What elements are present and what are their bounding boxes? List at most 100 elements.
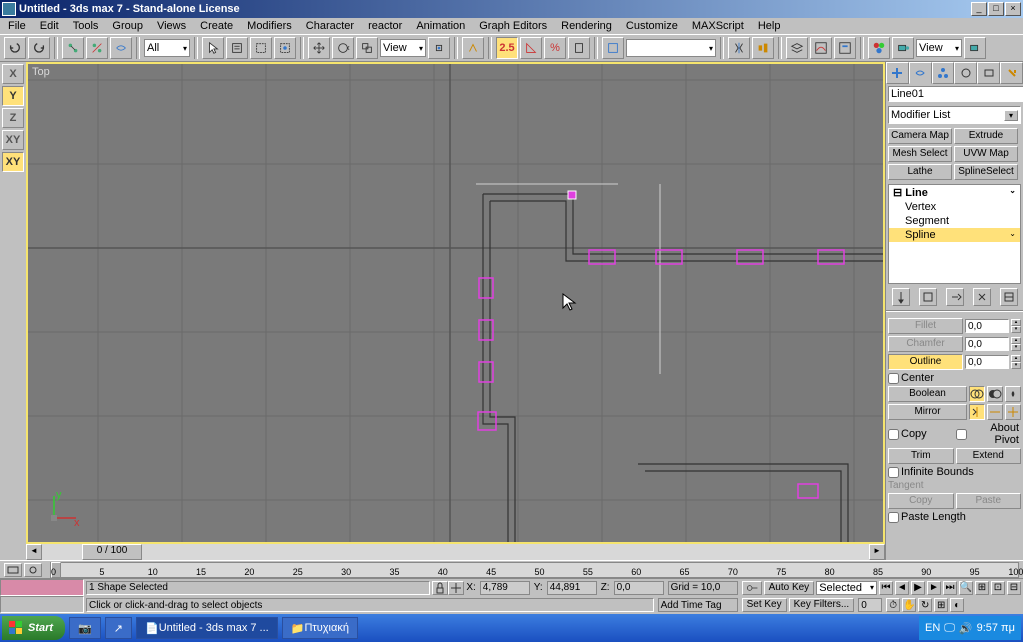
arc-rotate-button[interactable]: ↻ — [918, 598, 932, 612]
qb-uvw-map[interactable]: UVW Map — [954, 146, 1018, 162]
qb-spline-select[interactable]: SplineSelect — [954, 164, 1018, 180]
menu-modifiers[interactable]: Modifiers — [241, 20, 298, 32]
trim-button[interactable]: Trim — [888, 448, 954, 464]
coord-display-toggle[interactable] — [448, 581, 464, 595]
fillet-input[interactable] — [965, 319, 1009, 333]
axis-xy2-button[interactable]: XY — [2, 152, 24, 172]
configure-sets-button[interactable] — [1000, 288, 1018, 306]
stack-spline[interactable]: Spline⌄ — [889, 228, 1020, 242]
redo-button[interactable] — [28, 37, 50, 59]
center-checkbox[interactable] — [888, 373, 899, 384]
axis-x-button[interactable]: X — [2, 64, 24, 84]
lang-indicator[interactable]: EN — [925, 622, 940, 634]
goto-start-button[interactable]: ⏮ — [879, 581, 893, 595]
pivot-center-button[interactable] — [428, 37, 450, 59]
angle-snap-button[interactable] — [520, 37, 542, 59]
link-button[interactable] — [62, 37, 84, 59]
percent-snap-button[interactable]: % — [544, 37, 566, 59]
chamfer-button[interactable]: Chamfer — [888, 336, 963, 352]
display-tab[interactable] — [977, 62, 1000, 84]
taskbar-item-3dsmax[interactable]: 📄 Untitled - 3ds max 7 ... — [136, 617, 278, 639]
modifier-list-dropdown[interactable]: Modifier List — [888, 106, 1021, 124]
z-value[interactable]: 0,0 — [614, 581, 664, 595]
render-view-dropdown[interactable]: View — [916, 39, 962, 57]
menu-reactor[interactable]: reactor — [362, 20, 408, 32]
mirror-button[interactable]: Mirror — [888, 404, 967, 420]
quick-launch-2[interactable]: ↗ — [105, 617, 132, 639]
rotate-button[interactable] — [332, 37, 354, 59]
render-scene-button[interactable] — [892, 37, 914, 59]
about-pivot-checkbox-label[interactable]: About Pivot — [956, 422, 1022, 446]
bind-spacewarp-button[interactable] — [110, 37, 132, 59]
move-button[interactable] — [308, 37, 330, 59]
menu-animation[interactable]: Animation — [410, 20, 471, 32]
object-name-input[interactable] — [888, 86, 1023, 102]
play-button[interactable]: ▶ — [911, 581, 925, 595]
menu-customize[interactable]: Customize — [620, 20, 684, 32]
mirror-horiz-icon[interactable] — [969, 404, 985, 420]
auto-key-button[interactable]: Auto Key — [764, 581, 815, 595]
select-by-name-button[interactable] — [226, 37, 248, 59]
y-value[interactable]: 44,891 — [547, 581, 597, 595]
copy-checkbox[interactable] — [888, 429, 899, 440]
minimize-button[interactable]: _ — [971, 2, 987, 16]
key-filters-button[interactable]: Key Filters... — [789, 598, 855, 612]
menu-views[interactable]: Views — [151, 20, 192, 32]
mirror-both-icon[interactable] — [1005, 404, 1021, 420]
menu-file[interactable]: File — [2, 20, 32, 32]
stack-root[interactable]: ⊟ Line⌄ — [889, 185, 1020, 200]
chamfer-spinner[interactable]: ▴▾ — [1011, 337, 1021, 351]
fillet-spinner[interactable]: ▴▾ — [1011, 319, 1021, 333]
stack-vertex[interactable]: Vertex — [889, 200, 1020, 214]
current-frame-field[interactable]: 0 — [858, 598, 882, 612]
quick-launch-1[interactable]: 📷 — [69, 617, 101, 639]
menu-tools[interactable]: Tools — [67, 20, 105, 32]
paste-length-checkbox-label[interactable]: Paste Length — [888, 511, 1021, 523]
named-selection-dropdown[interactable] — [626, 39, 716, 57]
x-value[interactable]: 4,789 — [480, 581, 530, 595]
zoom-all-button[interactable]: ⊞ — [975, 581, 989, 595]
modify-tab[interactable] — [909, 62, 932, 84]
boolean-button[interactable]: Boolean — [888, 386, 967, 402]
window-crossing-button[interactable] — [274, 37, 296, 59]
goto-end-button[interactable]: ⏭ — [943, 581, 957, 595]
pin-stack-button[interactable] — [892, 288, 910, 306]
quick-render-button[interactable] — [964, 37, 986, 59]
create-tab[interactable] — [886, 62, 909, 84]
timeline-track[interactable]: 0 5 10 15 20 25 30 35 40 45 50 55 60 65 … — [50, 562, 1019, 578]
snap-toggle-button[interactable]: 2.5 — [496, 37, 518, 59]
menu-rendering[interactable]: Rendering — [555, 20, 618, 32]
key-mode-button[interactable] — [742, 581, 762, 595]
paste-length-checkbox[interactable] — [888, 512, 899, 523]
undo-button[interactable] — [4, 37, 26, 59]
select-button[interactable] — [202, 37, 224, 59]
menu-maxscript[interactable]: MAXScript — [686, 20, 750, 32]
reference-coord-dropdown[interactable]: View — [380, 39, 426, 57]
bool-subtract-icon[interactable] — [987, 386, 1003, 402]
remove-modifier-button[interactable] — [973, 288, 991, 306]
menu-character[interactable]: Character — [300, 20, 360, 32]
add-time-tag[interactable]: Add Time Tag — [658, 598, 738, 612]
material-editor-button[interactable] — [868, 37, 890, 59]
tray-icon-1[interactable]: 🖵 — [944, 622, 955, 635]
tangent-copy-button[interactable]: Copy — [888, 493, 954, 509]
system-tray[interactable]: EN 🖵 🔊 9:57 πμ — [919, 616, 1021, 640]
scroll-thumb[interactable]: 0 / 100 — [82, 544, 142, 560]
menu-group[interactable]: Group — [106, 20, 149, 32]
scroll-left-button[interactable]: ◄ — [26, 544, 42, 560]
field-of-view-button[interactable]: ◐ — [950, 598, 964, 612]
motion-tab[interactable] — [954, 62, 977, 84]
modifier-stack[interactable]: ⊟ Line⌄ Vertex Segment Spline⌄ — [888, 184, 1021, 284]
center-checkbox-label[interactable]: Center — [888, 372, 1021, 384]
qb-extrude[interactable]: Extrude — [954, 128, 1018, 144]
taskbar-item-folder[interactable]: 📁 Πτυχιακή — [282, 617, 358, 639]
schematic-view-button[interactable] — [834, 37, 856, 59]
viewport-top[interactable]: Top — [26, 62, 885, 544]
set-key-button[interactable]: Set Key — [742, 598, 787, 612]
outline-button[interactable]: Outline — [888, 354, 963, 370]
tangent-paste-button[interactable]: Paste — [956, 493, 1022, 509]
axis-y-button[interactable]: Y — [2, 86, 24, 106]
clock[interactable]: 9:57 πμ — [977, 622, 1015, 634]
copy-checkbox-label[interactable]: Copy — [888, 428, 954, 440]
align-button[interactable] — [752, 37, 774, 59]
